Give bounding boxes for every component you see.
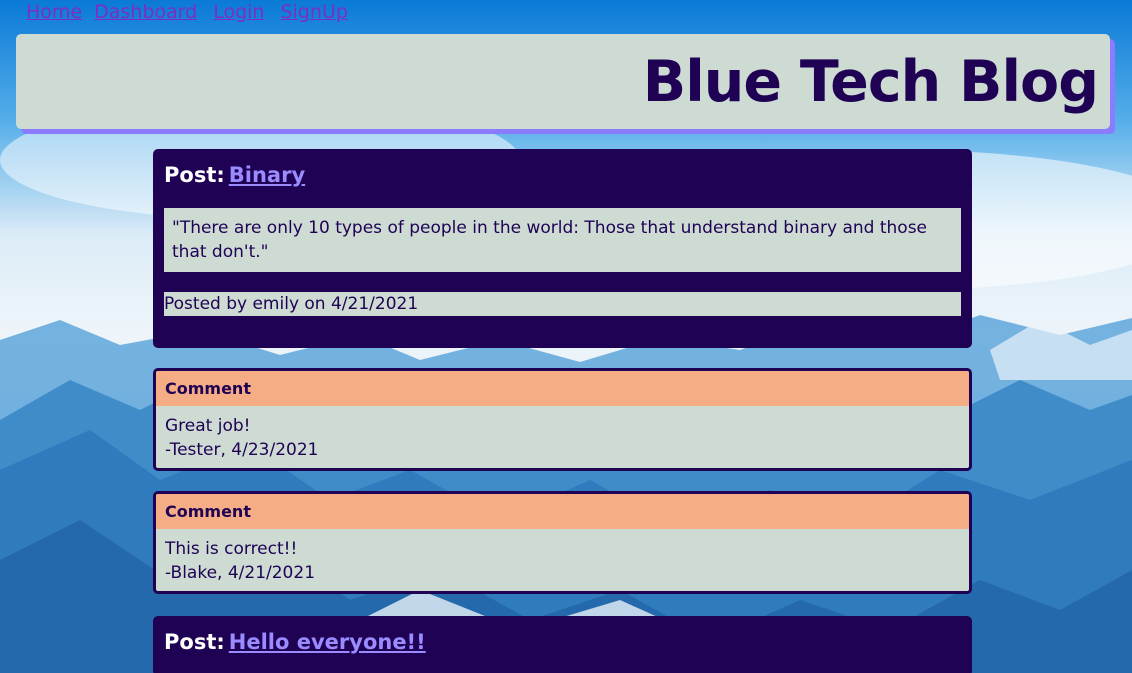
nav-login-link[interactable]: Login <box>213 0 264 24</box>
comment-byline: -Blake, 4/21/2021 <box>165 563 316 583</box>
top-nav: Home Dashboard Login SignUp <box>26 0 348 24</box>
comment-card: Comment This is correct!! -Blake, 4/21/2… <box>153 491 972 594</box>
comment-header: Comment <box>156 371 969 406</box>
post-feed: Post: Binary "There are only 10 types of … <box>153 149 972 673</box>
comment-card: Comment Great job! -Tester, 4/23/2021 <box>153 368 972 471</box>
post-label: Post: <box>164 163 225 187</box>
comment-body: This is correct!! -Blake, 4/21/2021 <box>156 529 969 591</box>
comment-body: Great job! -Tester, 4/23/2021 <box>156 406 969 468</box>
comment-header: Comment <box>156 494 969 529</box>
post-body: "There are only 10 types of people in th… <box>164 208 961 272</box>
comment-text: This is correct!! <box>165 539 298 559</box>
comment-text: Great job! <box>165 416 251 436</box>
comment-byline: -Tester, 4/23/2021 <box>165 440 319 460</box>
post-label: Post: <box>164 630 225 654</box>
post-title-link[interactable]: Binary <box>229 163 305 187</box>
post-heading: Post: Binary <box>164 160 961 190</box>
site-title: Blue Tech Blog <box>642 49 1099 115</box>
post-title-link[interactable]: Hello everyone!! <box>229 630 426 654</box>
post-card: Post: Hello everyone!! <box>153 616 972 673</box>
nav-dashboard-link[interactable]: Dashboard <box>94 0 197 24</box>
post-heading: Post: Hello everyone!! <box>164 627 961 657</box>
post-card: Post: Binary "There are only 10 types of … <box>153 149 972 348</box>
site-header: Blue Tech Blog <box>16 34 1110 129</box>
post-meta: Posted by emily on 4/21/2021 <box>164 292 961 316</box>
nav-home-link[interactable]: Home <box>26 0 82 24</box>
nav-signup-link[interactable]: SignUp <box>280 0 347 24</box>
